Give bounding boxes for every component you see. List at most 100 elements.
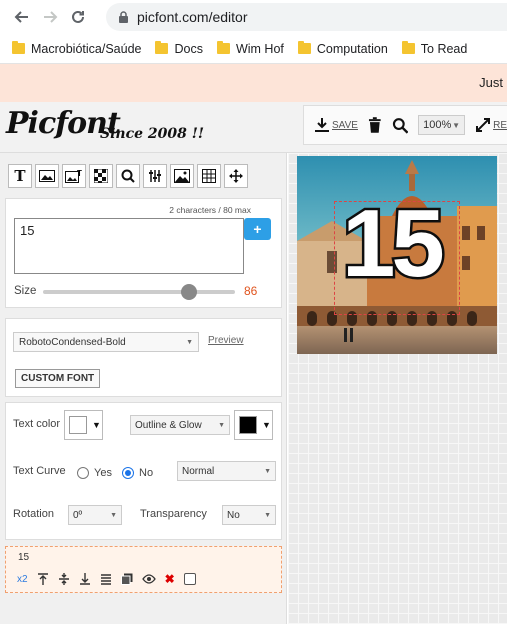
canvas-text-overlay[interactable]: 15 (340, 193, 448, 294)
effect-select[interactable]: Outline & Glow ▼ (130, 415, 230, 435)
move-tool-button[interactable] (224, 164, 248, 188)
grid-icon (202, 169, 216, 183)
transparency-select[interactable]: No ▼ (222, 505, 276, 525)
folder-icon (155, 41, 169, 54)
image-text-tool-button[interactable]: T (62, 164, 86, 188)
forward-arrow-icon (44, 11, 58, 23)
layers-icon[interactable] (120, 573, 133, 585)
back-arrow-icon (14, 11, 28, 23)
folder-icon (297, 41, 311, 54)
address-bar[interactable]: picfont.com/editor (106, 3, 507, 31)
duplicate-button[interactable]: x2 (17, 574, 28, 585)
add-text-button[interactable]: + (244, 218, 271, 240)
chevron-down-icon: ▼ (264, 467, 271, 475)
size-slider-thumb[interactable] (180, 284, 197, 300)
delete-icon[interactable]: ✖ (165, 572, 175, 586)
chevron-down-icon: ▼ (92, 420, 101, 430)
text-input[interactable]: 15 (14, 218, 244, 274)
bookmark-macrobiotica[interactable]: Macrobiótica/Saúde (12, 41, 141, 56)
background-tool-button[interactable] (170, 164, 194, 188)
lock-icon (119, 10, 128, 23)
text-panel: 2 characters / 80 max 15 + Size 86 (5, 198, 282, 308)
folder-icon (401, 41, 415, 54)
resize-button[interactable]: RE (475, 117, 507, 133)
radio-circle (77, 467, 89, 479)
align-top-icon[interactable] (37, 573, 49, 585)
font-select[interactable]: RobotoCondensed-Bold ▼ (13, 332, 199, 352)
checkerboard-icon (94, 169, 108, 183)
style-panel: Text color ▼ Outline & Glow ▼ ▼ Text Cur… (5, 402, 282, 540)
bookmark-docs[interactable]: Docs (155, 41, 203, 56)
text-color-swatch (69, 416, 87, 434)
size-label: Size (14, 285, 37, 297)
sliders-icon (149, 170, 161, 182)
promo-banner: Just (0, 64, 507, 102)
text-color-picker[interactable]: ▼ (64, 410, 103, 440)
layer-item[interactable]: 15 x2 ✖ (5, 546, 282, 593)
eye-icon[interactable] (141, 574, 156, 584)
preview-link[interactable]: Preview (208, 335, 244, 346)
chevron-down-icon: ▼ (110, 511, 117, 519)
background-photo[interactable]: 15 (297, 156, 497, 354)
back-button[interactable] (8, 3, 36, 31)
canvas-area[interactable]: 15 (288, 153, 507, 624)
align-bottom-icon[interactable] (79, 573, 91, 585)
effect-color-picker[interactable]: ▼ (234, 410, 273, 440)
transparency-label: Transparency (140, 508, 207, 520)
text-color-label: Text color (13, 418, 61, 430)
bookmark-to-read[interactable]: To Read (401, 41, 467, 56)
trash-icon[interactable] (368, 117, 382, 133)
banner-text: Just (479, 75, 503, 90)
layer-name: 15 (18, 552, 30, 563)
bookmark-computation[interactable]: Computation (297, 41, 388, 56)
app-header: Picfont Since 2008 !! SAVE 100% ▼ RE (0, 102, 507, 153)
save-button[interactable]: SAVE (314, 117, 358, 133)
curve-no-radio[interactable]: No (122, 467, 153, 479)
text-curve-label: Text Curve (13, 465, 66, 477)
rotation-label: Rotation (13, 508, 54, 520)
adjust-tool-button[interactable] (143, 164, 167, 188)
text-tool-button[interactable]: T (8, 164, 32, 188)
font-panel: RobotoCondensed-Bold ▼ Preview CUSTOM FO… (5, 318, 282, 397)
download-icon (315, 118, 329, 132)
zoom-select[interactable]: 100% ▼ (418, 115, 466, 135)
chevron-down-icon: ▼ (264, 511, 271, 519)
image-icon (39, 170, 55, 182)
editor-toolbar: SAVE 100% ▼ RE (303, 105, 507, 145)
size-slider[interactable] (43, 284, 235, 300)
chevron-down-icon: ▼ (452, 120, 461, 130)
layer-checkbox[interactable] (183, 573, 196, 585)
landscape-icon (174, 169, 190, 183)
radio-circle-selected (122, 467, 134, 479)
left-sidebar: T T 2 characters / 80 max 15 + Size 86 R… (0, 153, 287, 624)
move-icon (229, 169, 243, 183)
resize-arrows-icon (476, 118, 491, 132)
image-text-icon: T (65, 169, 82, 183)
folder-icon (12, 41, 25, 54)
size-value: 86 (244, 284, 258, 298)
curve-mode-select[interactable]: Normal ▼ (177, 461, 276, 481)
reload-icon (72, 10, 84, 23)
zoom-icon[interactable] (392, 117, 409, 134)
justify-icon[interactable] (100, 573, 112, 585)
image-tool-button[interactable] (35, 164, 59, 188)
reload-button[interactable] (64, 3, 92, 31)
align-middle-icon[interactable] (58, 573, 70, 585)
bookmark-wim-hof[interactable]: Wim Hof (216, 41, 284, 56)
folder-icon (216, 41, 230, 54)
grid-tool-button[interactable] (197, 164, 221, 188)
chevron-down-icon: ▼ (218, 421, 225, 429)
rotation-select[interactable]: 0º ▼ (68, 505, 122, 525)
search-icon (121, 169, 135, 183)
bookmarks-bar: Macrobiótica/Saúde Docs Wim Hof Computat… (0, 34, 507, 64)
forward-button[interactable] (36, 3, 64, 31)
search-tool-button[interactable] (116, 164, 140, 188)
tool-row: T T (8, 164, 248, 188)
chevron-down-icon: ▼ (262, 420, 271, 430)
url-text: picfont.com/editor (137, 9, 248, 25)
curve-yes-radio[interactable]: Yes (77, 467, 112, 479)
char-count: 2 characters / 80 max (169, 205, 251, 215)
pattern-tool-button[interactable] (89, 164, 113, 188)
custom-font-button[interactable]: CUSTOM FONT (15, 369, 101, 388)
chevron-down-icon: ▼ (186, 338, 193, 346)
